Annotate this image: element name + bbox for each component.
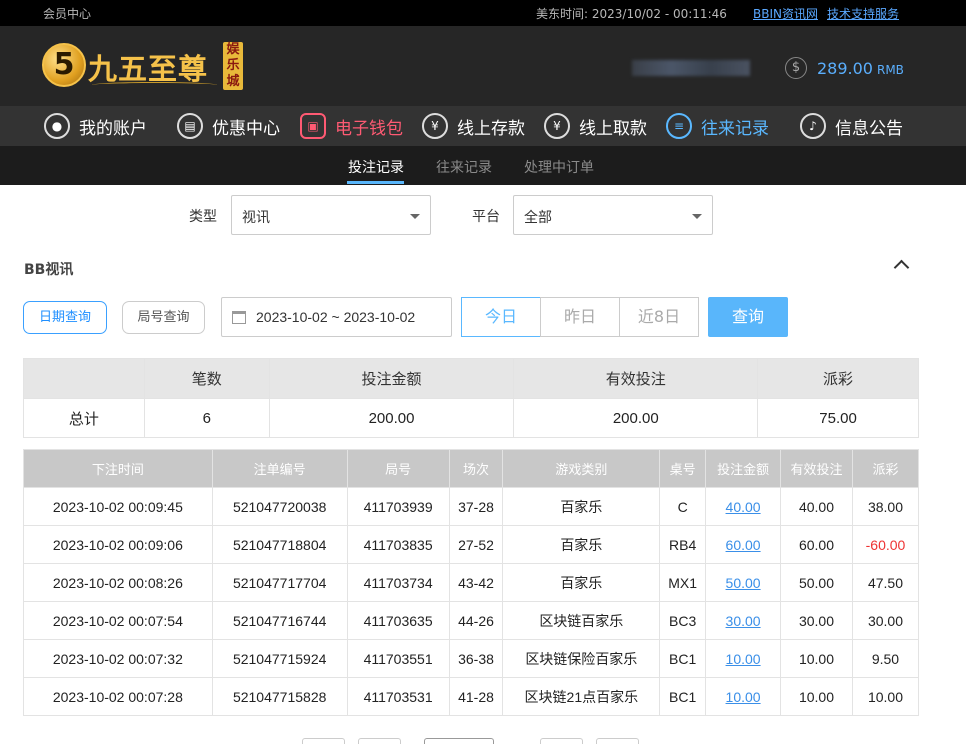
- round-query-button[interactable]: 局号查询: [122, 301, 205, 334]
- bet-amount-link[interactable]: 60.00: [726, 537, 761, 553]
- tab-bet-records[interactable]: 投注记录: [348, 157, 404, 177]
- today-button[interactable]: 今日: [461, 297, 541, 337]
- logo-mark: 5: [42, 43, 86, 87]
- active-tab-indicator: [347, 181, 404, 184]
- tab-transactions[interactable]: 往来记录: [436, 157, 492, 177]
- record-icon: ≡: [666, 113, 692, 139]
- table-row: 2023-10-02 00:08:26 521047717704 411703734…: [23, 563, 920, 602]
- date-range-input[interactable]: 2023-10-02 ~ 2023-10-02: [221, 297, 452, 337]
- platform-label: 平台: [472, 209, 500, 225]
- pager-first-button[interactable]: [302, 738, 345, 744]
- bet-records-table: 下注时间 注单编号 局号 场次 游戏类别 桌号 投注金额 有效投注 派彩 202…: [23, 449, 920, 716]
- est-time: 美东时间: 2023/10/02 - 00:11:46: [536, 7, 727, 21]
- pager-prev-button[interactable]: [358, 738, 401, 744]
- balance-currency: RMB: [876, 63, 904, 77]
- wallet-icon: ▣: [300, 113, 326, 139]
- balance-amount: 289.00: [817, 59, 873, 78]
- bet-amount-link[interactable]: 10.00: [726, 689, 761, 705]
- top-bar: 会员中心 美东时间: 2023/10/02 - 00:11:46 BBIN资讯网…: [0, 0, 966, 26]
- date-query-button[interactable]: 日期查询: [23, 301, 107, 334]
- chevron-down-icon: [692, 214, 702, 219]
- bbin-news-link[interactable]: BBIN资讯网: [753, 5, 818, 22]
- tab-pending-orders[interactable]: 处理中订单: [524, 157, 594, 177]
- nav-e-wallet[interactable]: ▣ 电子钱包: [300, 106, 403, 146]
- deposit-icon: ¥: [422, 113, 448, 139]
- pager-next-button[interactable]: [540, 738, 583, 744]
- summary-table: 笔数 投注金额 有效投注 派彩 总计 6 200.00 200.00 75.00: [23, 358, 919, 438]
- withdraw-icon: ¥: [544, 113, 570, 139]
- masked-username: [632, 60, 750, 76]
- member-center-label[interactable]: 会员中心: [43, 5, 91, 22]
- logo-swirl: [92, 82, 217, 88]
- table-header-row: 下注时间 注单编号 局号 场次 游戏类别 桌号 投注金额 有效投注 派彩: [23, 449, 920, 488]
- table-row: 2023-10-02 00:09:06 521047718804 411703835…: [23, 525, 920, 564]
- summary-header-row: 笔数 投注金额 有效投注 派彩: [23, 358, 919, 399]
- type-select[interactable]: 视讯: [231, 195, 431, 235]
- summary-total-row: 总计 6 200.00 200.00 75.00: [23, 398, 919, 438]
- site-logo[interactable]: 5 九五至尊 娱乐城: [42, 40, 252, 92]
- gift-icon: ▤: [177, 113, 203, 139]
- bet-amount-link[interactable]: 10.00: [726, 651, 761, 667]
- balance: 289.00 RMB: [817, 59, 904, 78]
- table-row: 2023-10-02 00:07:54 521047716744 411703635…: [23, 601, 920, 640]
- chevron-up-icon[interactable]: [893, 257, 909, 273]
- pager-last-button[interactable]: [596, 738, 639, 744]
- table-row: 2023-10-02 00:09:45 521047720038 411703939…: [23, 487, 920, 526]
- last-8-days-button[interactable]: 近8日: [619, 297, 699, 337]
- type-label: 类型: [189, 209, 217, 225]
- chevron-down-icon: [410, 214, 420, 219]
- nav-withdraw[interactable]: ¥ 线上取款: [544, 106, 647, 146]
- bet-amount-link[interactable]: 30.00: [726, 613, 761, 629]
- nav-my-account[interactable]: ● 我的账户: [44, 106, 147, 146]
- calendar-icon: [232, 311, 246, 324]
- nav-promotions[interactable]: ▤ 优惠中心: [177, 106, 280, 146]
- user-icon: ●: [44, 113, 70, 139]
- logo-tag: 娱乐城: [223, 42, 243, 90]
- sub-nav: 投注记录 往来记录 处理中订单: [0, 146, 966, 185]
- tech-support-link[interactable]: 技术支持服务: [827, 5, 899, 22]
- main-nav: ● 我的账户 ▤ 优惠中心 ▣ 电子钱包 ¥ 线上存款 ¥ 线上取款 ≡ 往来记录 ♪ 信息公…: [0, 106, 966, 146]
- nav-announcements[interactable]: ♪ 信息公告: [800, 106, 903, 146]
- bell-icon: ♪: [800, 113, 826, 139]
- section-title: BB视讯: [24, 262, 74, 278]
- table-row: 2023-10-02 00:07:28 521047715828 411703531…: [23, 677, 920, 716]
- query-button[interactable]: 查询: [708, 297, 788, 337]
- bet-amount-link[interactable]: 40.00: [726, 499, 761, 515]
- table-row: 2023-10-02 00:07:32 521047715924 411703551…: [23, 639, 920, 678]
- nav-deposit[interactable]: ¥ 线上存款: [422, 106, 525, 146]
- dollar-circle-icon: $: [785, 57, 807, 79]
- yesterday-button[interactable]: 昨日: [540, 297, 620, 337]
- bet-amount-link[interactable]: 50.00: [726, 575, 761, 591]
- nav-records[interactable]: ≡ 往来记录: [666, 106, 769, 146]
- pager-page-input[interactable]: [424, 738, 494, 744]
- platform-select[interactable]: 全部: [513, 195, 713, 235]
